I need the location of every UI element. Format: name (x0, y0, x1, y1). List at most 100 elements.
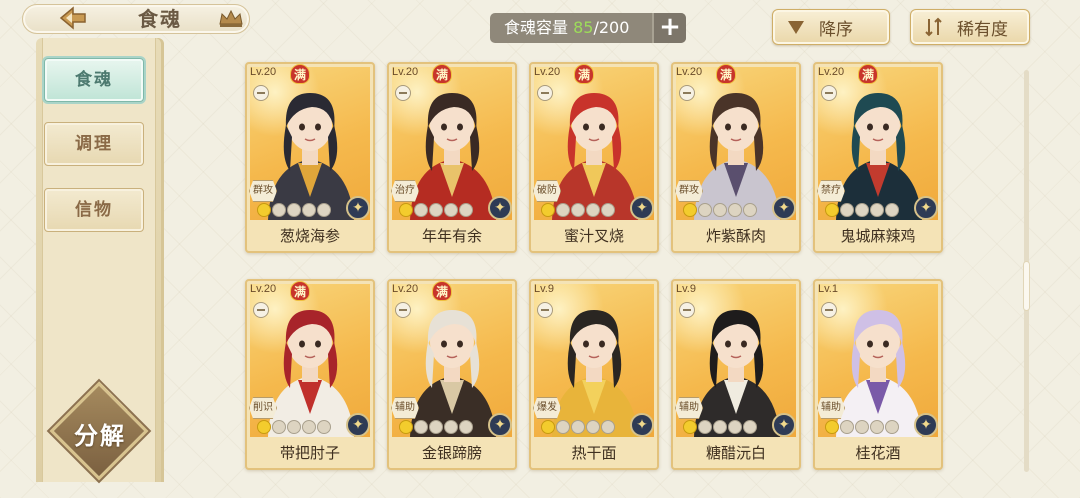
lock-toggle[interactable] (537, 85, 553, 101)
role-tag: 治疗 (391, 180, 419, 202)
decompose-label: 分解 (74, 422, 126, 450)
max-level-badge: 满 (574, 64, 594, 84)
lock-toggle[interactable] (821, 85, 837, 101)
star-icon (287, 420, 301, 434)
lock-toggle[interactable] (821, 302, 837, 318)
star-icon (728, 420, 742, 434)
decompose-button[interactable]: 分解 (49, 381, 149, 481)
food-soul-name: 年年有余 (421, 227, 482, 245)
lock-toggle[interactable] (253, 302, 269, 318)
star-icon (683, 420, 697, 434)
lock-toggle[interactable] (679, 302, 695, 318)
capacity-display: 食魂容量 85/200 + (490, 13, 686, 43)
star-rating (399, 420, 473, 434)
star-rating (825, 420, 899, 434)
star-icon (698, 203, 712, 217)
star-icon (870, 420, 884, 434)
food-soul-name: 热干面 (571, 444, 617, 462)
food-soul-card[interactable]: Lv.20 满 治疗 ✦ 年年有余 (387, 62, 517, 253)
lock-toggle[interactable] (253, 85, 269, 101)
star-icon (586, 203, 600, 217)
capacity-current: 85 (573, 18, 594, 37)
star-rating (683, 203, 757, 217)
level-label: Lv.20 (250, 66, 277, 78)
food-soul-name: 金银蹄膀 (421, 444, 482, 462)
food-soul-card[interactable]: Lv.20 满 禁疗 ✦ 鬼城麻辣鸡 (813, 62, 943, 253)
triangle-down-icon (788, 21, 804, 34)
star-icon (728, 203, 742, 217)
star-icon (459, 203, 473, 217)
food-soul-name: 鬼城麻辣鸡 (840, 227, 916, 245)
lock-toggle[interactable] (395, 302, 411, 318)
food-soul-name: 桂花酒 (855, 444, 901, 462)
food-soul-card[interactable]: Lv.20 满 破防 ✦ 蜜汁叉烧 (529, 62, 659, 253)
star-rating (257, 203, 331, 217)
food-soul-card[interactable]: Lv.9 辅助 ✦ 糖醋沅白 (671, 279, 801, 470)
star-rating (541, 420, 615, 434)
star-icon (459, 420, 473, 434)
tab-tokens[interactable]: 信物 (44, 188, 144, 232)
lock-toggle[interactable] (537, 302, 553, 318)
max-level-badge: 满 (432, 281, 452, 301)
food-soul-card[interactable]: Lv.9 爆发 ✦ 热干面 (529, 279, 659, 470)
food-soul-card[interactable]: Lv.20 满 削识 ✦ 带把肘子 (245, 279, 375, 470)
star-icon (870, 203, 884, 217)
capacity-total: /200 (593, 18, 630, 37)
sort-arrows-icon (925, 17, 942, 37)
sort-key-label: 稀有度 (957, 19, 1008, 40)
star-icon (825, 203, 839, 217)
sort-order-label: 降序 (819, 19, 853, 40)
food-soul-name: 带把肘子 (279, 444, 340, 462)
star-icon (272, 203, 286, 217)
level-label: Lv.9 (534, 283, 554, 295)
star-icon (840, 203, 854, 217)
role-tag: 群攻 (249, 180, 277, 202)
sort-order-button[interactable]: 降序 (772, 9, 890, 45)
food-soul-card[interactable]: Lv.20 满 辅助 ✦ 金银蹄膀 (387, 279, 517, 470)
sort-key-button[interactable]: 稀有度 (910, 9, 1030, 45)
scrollbar-thumb[interactable] (1024, 262, 1029, 310)
food-soul-card[interactable]: Lv.20 满 群攻 ✦ 葱烧海参 (245, 62, 375, 253)
max-level-badge: 满 (432, 64, 452, 84)
element-badge-icon: ✦ (772, 196, 796, 220)
star-icon (698, 420, 712, 434)
element-badge-icon: ✦ (914, 196, 938, 220)
element-badge-icon: ✦ (772, 413, 796, 437)
level-label: Lv.20 (250, 283, 277, 295)
tab-conditioning[interactable]: 调理 (44, 122, 144, 166)
capacity-label: 食魂容量 (504, 18, 569, 37)
star-icon (855, 420, 869, 434)
star-icon (586, 420, 600, 434)
star-rating (541, 203, 615, 217)
star-rating (257, 420, 331, 434)
star-icon (840, 420, 854, 434)
star-icon (429, 420, 443, 434)
lock-toggle[interactable] (395, 85, 411, 101)
star-icon (414, 203, 428, 217)
role-tag: 削识 (249, 397, 277, 419)
star-icon (444, 203, 458, 217)
add-capacity-button[interactable]: + (652, 13, 686, 43)
food-soul-name: 炸紫酥肉 (705, 227, 766, 245)
star-icon (272, 420, 286, 434)
star-icon (713, 203, 727, 217)
star-rating (399, 203, 473, 217)
star-icon (556, 203, 570, 217)
food-soul-card[interactable]: Lv.20 满 群攻 ✦ 炸紫酥肉 (671, 62, 801, 253)
lock-toggle[interactable] (679, 85, 695, 101)
back-button[interactable] (50, 0, 94, 36)
star-icon (571, 420, 585, 434)
star-icon (399, 420, 413, 434)
element-badge-icon: ✦ (630, 196, 654, 220)
star-icon (317, 203, 331, 217)
star-icon (713, 420, 727, 434)
element-badge-icon: ✦ (630, 413, 654, 437)
tab-food-soul[interactable]: 食魂 (44, 58, 144, 102)
crown-icon[interactable] (218, 8, 244, 30)
food-soul-card[interactable]: Lv.1 辅助 ✦ 桂花酒 (813, 279, 943, 470)
star-icon (683, 203, 697, 217)
level-label: Lv.20 (392, 283, 419, 295)
food-soul-name: 蜜汁叉烧 (563, 227, 624, 245)
star-icon (317, 420, 331, 434)
star-rating (683, 420, 757, 434)
